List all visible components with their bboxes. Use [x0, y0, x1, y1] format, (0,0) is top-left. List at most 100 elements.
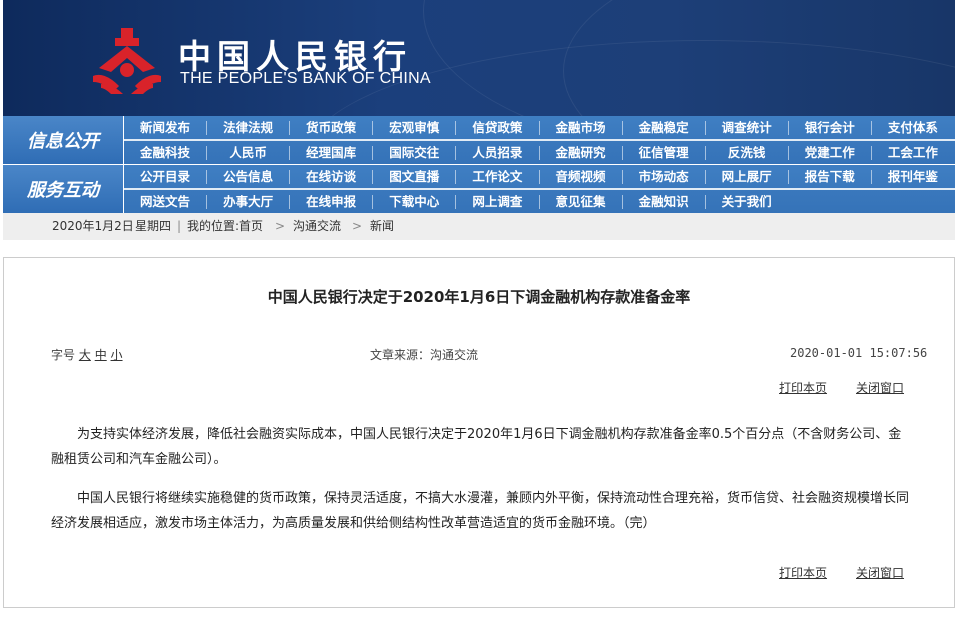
nav-separator	[787, 170, 789, 184]
nav-item[interactable]: 金融知识	[623, 190, 705, 213]
nav-separator	[289, 170, 291, 184]
nav-links-info: 新闻发布 法律法规 货币政策 宏观审慎 信贷政策 金融市场 金融稳定 调查统计 银行会计 支付体系…	[124, 116, 955, 164]
article-actions-bottom: 关闭窗口	[856, 564, 904, 581]
breadcrumb-bar: |	[177, 219, 182, 233]
nav-item[interactable]: 金融市场	[540, 116, 622, 139]
nav-separator	[372, 170, 374, 184]
nav-separator	[455, 195, 457, 209]
nav-separator	[206, 121, 208, 135]
nav-separator	[455, 170, 457, 184]
font-size-label: 字号	[51, 348, 76, 362]
font-large-link[interactable]: 大	[79, 348, 91, 362]
nav-separator	[455, 121, 457, 135]
nav-item[interactable]: 人员招录	[456, 141, 538, 164]
nav-item[interactable]: 音频视频	[540, 165, 622, 188]
breadcrumb-level2[interactable]: 新闻	[370, 213, 394, 240]
nav-item[interactable]: 金融研究	[540, 141, 622, 164]
nav-separator	[870, 146, 872, 160]
breadcrumb-date: 2020年1月2日	[52, 219, 134, 233]
breadcrumb-level1[interactable]: 沟通交流	[293, 213, 341, 240]
font-medium-link[interactable]: 中	[95, 348, 107, 362]
article-actions-top: 打印本页	[779, 379, 827, 396]
site-banner: 中国人民银行 THE PEOPLE'S BANK OF CHINA	[3, 0, 955, 116]
nav-item[interactable]: 报刊年鉴	[872, 165, 954, 188]
nav-separator	[621, 146, 623, 160]
nav-item[interactable]: 在线申报	[290, 190, 372, 213]
nav-separator	[704, 170, 706, 184]
article-actions-bottom: 打印本页	[779, 564, 827, 581]
nav-item[interactable]: 网上调查	[456, 190, 538, 213]
article-datetime: 2020-01-01 15:07:56	[790, 346, 928, 360]
nav-separator	[621, 121, 623, 135]
nav-item[interactable]: 银行会计	[789, 116, 871, 139]
nav-separator	[289, 146, 291, 160]
nav-group-title-service[interactable]: 服务互动	[3, 165, 123, 213]
nav-item[interactable]: 反洗钱	[706, 141, 788, 164]
print-link[interactable]: 打印本页	[779, 566, 827, 580]
nav-separator	[372, 121, 374, 135]
nav-item[interactable]: 工会工作	[872, 141, 954, 164]
nav-separator	[538, 195, 540, 209]
nav-item[interactable]: 法律法规	[207, 116, 289, 139]
nav-group-title-info[interactable]: 信息公开	[3, 116, 123, 164]
nav-item[interactable]: 人民币	[207, 141, 289, 164]
nav-separator	[206, 146, 208, 160]
breadcrumb-home[interactable]: 首页	[239, 213, 263, 240]
nav-item[interactable]: 公告信息	[207, 165, 289, 188]
nav-separator	[704, 146, 706, 160]
nav-item[interactable]: 网上展厅	[706, 165, 788, 188]
nav-separator	[206, 195, 208, 209]
nav-separator	[538, 146, 540, 160]
nav-item[interactable]: 金融稳定	[623, 116, 705, 139]
nav-separator	[372, 195, 374, 209]
nav-item[interactable]: 图文直播	[373, 165, 455, 188]
main-nav: 信息公开 新闻发布 法律法规 货币政策 宏观审慎 信贷政策 金融市场 金融稳定 调查统计 银行会…	[3, 116, 955, 213]
article-source: 文章来源：沟通交流	[370, 348, 479, 362]
article-paragraph: 为支持实体经济发展，降低社会融资实际成本，中国人民银行决定于2020年1月6日下…	[51, 427, 902, 467]
nav-item[interactable]: 办事大厅	[207, 190, 289, 213]
nav-item[interactable]: 工作论文	[456, 165, 538, 188]
nav-item[interactable]: 国际交往	[373, 141, 455, 164]
nav-separator	[206, 170, 208, 184]
nav-item[interactable]: 调查统计	[706, 116, 788, 139]
font-small-link[interactable]: 小	[111, 348, 123, 362]
nav-item[interactable]: 公开目录	[124, 165, 206, 188]
article-actions-top: 关闭窗口	[856, 379, 904, 396]
nav-item[interactable]: 信贷政策	[456, 116, 538, 139]
nav-item[interactable]: 新闻发布	[124, 116, 206, 139]
nav-separator	[870, 170, 872, 184]
nav-item[interactable]: 经理国库	[290, 141, 372, 164]
nav-item[interactable]: 货币政策	[290, 116, 372, 139]
nav-item[interactable]: 下载中心	[373, 190, 455, 213]
nav-item[interactable]: 网送文告	[124, 190, 206, 213]
font-size-controls: 字号 大 中 小	[51, 346, 123, 363]
nav-links-service: 公开目录 公告信息 在线访谈 图文直播 工作论文 音频视频 市场动态 网上展厅 报告下载 报刊年鉴…	[124, 165, 955, 213]
nav-item[interactable]: 征信管理	[623, 141, 705, 164]
nav-separator	[455, 146, 457, 160]
close-window-link[interactable]: 关闭窗口	[856, 381, 904, 395]
breadcrumb-location-label: 我的位置:	[187, 219, 240, 233]
nav-item[interactable]: 宏观审慎	[373, 116, 455, 139]
nav-separator	[621, 170, 623, 184]
nav-group-service: 服务互动 公开目录 公告信息 在线访谈 图文直播 工作论文 音频视频 市场动态 网上展厅 报告下…	[3, 165, 955, 213]
nav-item[interactable]: 在线访谈	[290, 165, 372, 188]
nav-item[interactable]: 金融科技	[124, 141, 206, 164]
breadcrumb: 2020年1月2日 星期四 | 我的位置: 首页 > 沟通交流 > 新闻	[3, 213, 955, 240]
nav-item[interactable]: 报告下载	[789, 165, 871, 188]
nav-item[interactable]: 关于我们	[706, 190, 788, 213]
nav-separator	[289, 121, 291, 135]
nav-separator	[787, 146, 789, 160]
nav-item[interactable]: 意见征集	[540, 190, 622, 213]
pboc-emblem-icon[interactable]	[93, 28, 161, 94]
nav-group-info: 信息公开 新闻发布 法律法规 货币政策 宏观审慎 信贷政策 金融市场 金融稳定 调查统计 银行会…	[3, 116, 955, 164]
nav-item[interactable]: 党建工作	[789, 141, 871, 164]
article-title: 中国人民银行决定于2020年1月6日下调金融机构存款准备金率	[267, 288, 691, 306]
nav-separator	[704, 195, 706, 209]
nav-separator	[787, 121, 789, 135]
close-window-link[interactable]: 关闭窗口	[856, 566, 904, 580]
bank-name-en: THE PEOPLE'S BANK OF CHINA	[180, 70, 431, 87]
breadcrumb-separator: >	[275, 219, 286, 233]
nav-item[interactable]: 市场动态	[623, 165, 705, 188]
nav-item[interactable]: 支付体系	[872, 116, 954, 139]
print-link[interactable]: 打印本页	[779, 381, 827, 395]
